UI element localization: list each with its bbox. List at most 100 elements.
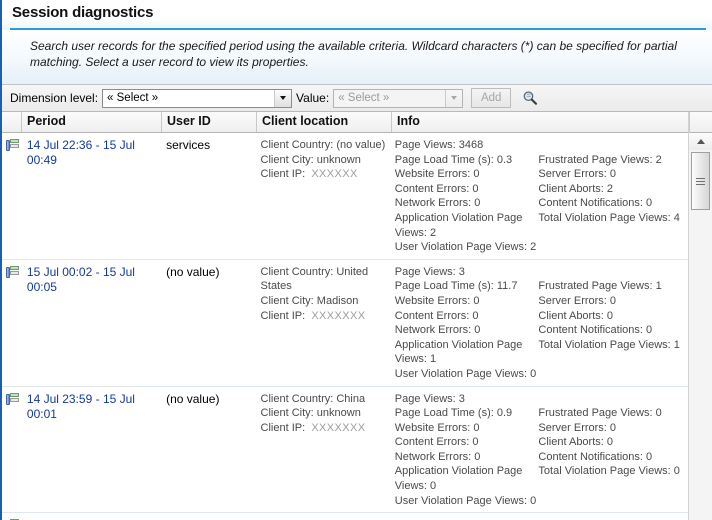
dimension-level-select[interactable]: « Select » (102, 88, 293, 108)
user-id-cell: (no value) (161, 260, 255, 386)
client-location-list: Client Country: United States Client City… (261, 265, 386, 323)
client-ip-value: XXXXXXX (311, 421, 366, 434)
info-cell: Page Views: 3 Page Load Time (s): 0.9 Webs… (390, 387, 688, 513)
user-id-value: (no value) (166, 264, 220, 279)
period-cell: 14 Jul 23:59 - 15 Jul 00:01 (22, 387, 161, 513)
info-metric: Total Violation Page Views: 1 (538, 338, 680, 351)
period-link[interactable]: 14 Jul 22:36 - 15 Jul 00:49 (27, 138, 135, 167)
info-metric: Content Notifications: 0 (538, 197, 653, 210)
info-metric: Application Violation Page Views: 1 (394, 338, 523, 366)
info-metric: Server Errors: 0 (538, 168, 617, 181)
session-record-icon (5, 265, 19, 279)
period-link[interactable]: 15 Jul 00:02 - 15 Jul 00:05 (27, 265, 135, 294)
info-metric: Content Errors: 0 (394, 182, 479, 195)
table-row[interactable]: 15 Jul 00:02 - 15 Jul 00:05 (no value) Cli… (2, 259, 688, 387)
header-accent-rule (10, 28, 706, 30)
period-cell: 14 Jul 22:36 - 15 Jul 00:49 (22, 133, 161, 259)
info-metric: Website Errors: 0 (394, 168, 480, 181)
client-location-cell: Client Country: United States Client City… (256, 260, 390, 386)
scrollbar-thumb[interactable] (691, 152, 710, 210)
info-two-column-grid: Page Load Time (s): 11.7 Website Errors: … (395, 279, 684, 381)
column-header-icon[interactable] (2, 112, 22, 132)
client-ip-value: XXXXXX (311, 168, 358, 181)
table-row[interactable]: 15 Jul 00:01 - 15 Jul(no value) (2, 513, 688, 520)
info-metric: Website Errors: 0 (394, 294, 480, 307)
info-metric: Application Violation Page Views: 2 (394, 211, 523, 239)
info-page-views: Page Views: 3468 (394, 139, 484, 151)
info-metric: Content Errors: 0 (394, 436, 479, 449)
info-list: Page Views: 3 Page Load Time (s): 11.7 Web… (395, 265, 684, 382)
description-band: Search user records for the specified pe… (2, 30, 712, 84)
period-cell: 15 Jul 00:02 - 15 Jul 00:05 (22, 260, 161, 386)
client-location-line: Client City: unknown (260, 153, 361, 166)
column-header-period[interactable]: Period (22, 112, 162, 132)
client-ip-line: Client IP: XXXXXX (261, 167, 386, 182)
session-records-grid: Period User ID Client location Info 14 J… (2, 112, 712, 520)
info-list: Page Views: 3468 Page Load Time (s): 0.3 W… (395, 138, 684, 255)
client-location-line: Client Country: United States (260, 265, 369, 293)
client-ip-line: Client IP: XXXXXXX (261, 421, 386, 436)
column-header-user-id[interactable]: User ID (162, 112, 257, 132)
chevron-down-icon[interactable] (445, 89, 463, 107)
info-cell: Page Views: 3 Page Load Time (s): 11.7 Web… (390, 260, 688, 386)
session-record-icon (5, 138, 19, 152)
column-header-info[interactable]: Info (392, 112, 692, 132)
info-metric: Network Errors: 0 (394, 450, 481, 463)
search-icon[interactable] (520, 88, 540, 108)
info-page-views: Page Views: 3 (394, 265, 465, 278)
info-page-views: Page Views: 3 (394, 392, 465, 405)
client-ip-value: XXXXXXX (311, 309, 366, 322)
client-location-line: Client Country: (no value) (260, 139, 386, 151)
info-cell: Page Views: 3468 Page Load Time (s): 0.3 W… (390, 133, 688, 259)
client-location-line: Client City: Madison (260, 294, 359, 307)
row-icon-cell (2, 513, 22, 520)
user-id-value: services (166, 138, 211, 152)
row-icon-cell (2, 387, 22, 513)
info-metric: Website Errors: 0 (394, 421, 480, 434)
page-title: Session diagnostics (12, 4, 154, 21)
info-metric: User Violation Page Views: 2 (394, 241, 537, 254)
client-location-line: Client Country: China (260, 392, 366, 405)
user-id-cell: (no value) (161, 513, 255, 520)
user-id-cell: (no value) (161, 387, 255, 513)
info-metric: Server Errors: 0 (538, 294, 617, 307)
info-cell (390, 513, 688, 520)
user-id-cell: services (161, 133, 255, 259)
dimension-level-value: « Select » (107, 92, 159, 104)
client-ip-label: Client IP: (260, 421, 306, 434)
client-ip-label: Client IP: (260, 168, 306, 181)
info-metric: Content Notifications: 0 (538, 450, 653, 463)
client-location-cell (256, 513, 390, 520)
row-icon-cell (2, 260, 22, 386)
scroll-up-button[interactable] (689, 133, 712, 150)
scrollbar-header-corner (689, 112, 712, 133)
info-metric: Application Violation Page Views: 0 (394, 465, 523, 493)
client-location-list: Client Country: (no value) Client City: u… (261, 138, 386, 182)
session-record-icon (5, 392, 19, 406)
info-metric: Frustrated Page Views: 0 (538, 407, 662, 420)
row-icon-cell (2, 133, 22, 259)
info-metric: User Violation Page Views: 0 (394, 367, 537, 380)
info-metric: Frustrated Page Views: 1 (538, 280, 662, 293)
client-ip-line: Client IP: XXXXXXX (261, 309, 386, 324)
info-column-right: Frustrated Page Views: 1 Server Errors: 0… (538, 279, 684, 381)
chevron-down-icon[interactable] (274, 89, 292, 107)
column-header-client-location[interactable]: Client location (257, 112, 392, 132)
info-metric: Client Aborts: 0 (538, 309, 613, 322)
period-link[interactable]: 14 Jul 23:59 - 15 Jul 00:01 (27, 392, 135, 421)
info-metric: User Violation Page Views: 0 (394, 494, 537, 507)
value-label: Value: (296, 91, 330, 105)
filter-toolbar: Dimension level: « Select » Value: « Sel… (2, 84, 712, 112)
client-location-line: Client City: unknown (260, 407, 361, 420)
table-row[interactable]: 14 Jul 22:36 - 15 Jul 00:49 services Clien… (2, 133, 688, 260)
info-list: Page Views: 3 Page Load Time (s): 0.9 Webs… (395, 392, 684, 509)
scrollbar-grip-icon (696, 176, 705, 187)
info-column-right: Frustrated Page Views: 0 Server Errors: 0… (538, 406, 684, 508)
table-row[interactable]: 14 Jul 23:59 - 15 Jul 00:01 (no value) Cli… (2, 386, 688, 514)
value-select[interactable]: « Select » (333, 88, 464, 108)
add-button[interactable]: Add (471, 88, 512, 108)
client-location-cell: Client Country: China Client City: unknow… (256, 387, 390, 513)
vertical-scrollbar[interactable] (688, 112, 712, 520)
info-metric: Content Errors: 0 (394, 309, 479, 322)
info-metric: Client Aborts: 2 (538, 182, 613, 195)
